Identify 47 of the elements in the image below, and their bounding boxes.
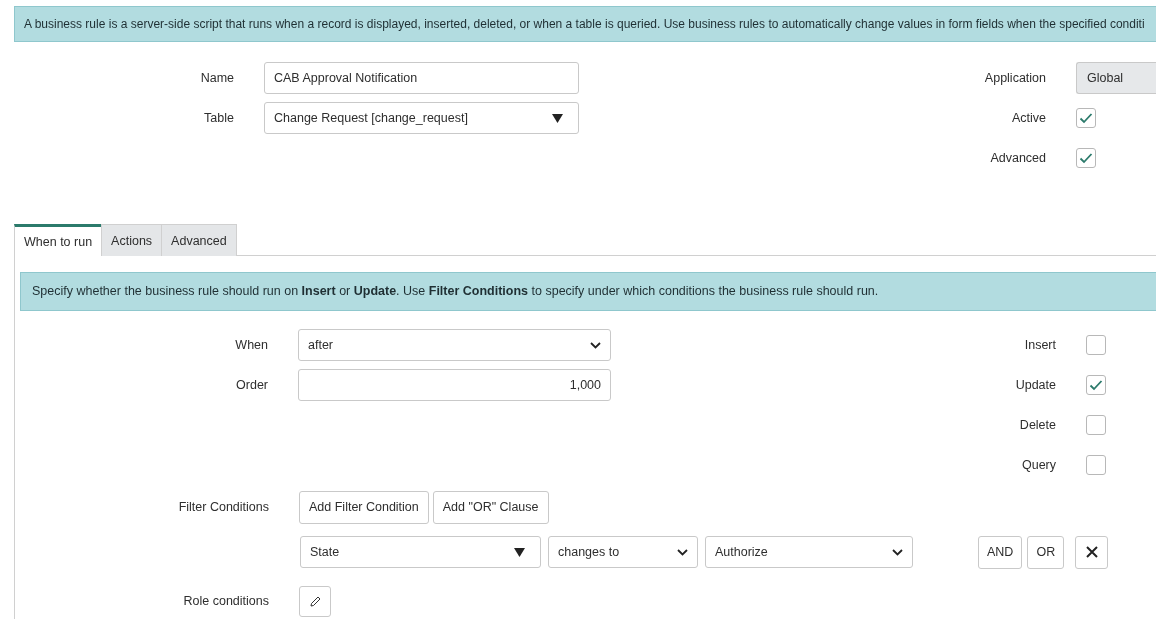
checkbox[interactable] <box>1086 335 1106 355</box>
tab[interactable]: Advanced <box>161 224 237 256</box>
checkbox[interactable] <box>1076 148 1096 168</box>
chevron-icon <box>892 548 903 556</box>
reference-field[interactable]: Change Request [change_request] <box>264 102 579 134</box>
field-label: Update <box>1014 378 1057 392</box>
chevron-icon <box>590 341 601 349</box>
text-field[interactable]: CAB Approval Notification <box>264 62 579 94</box>
remove-button[interactable] <box>1075 535 1109 569</box>
check-icon <box>1079 112 1093 124</box>
caret-icon <box>514 547 525 557</box>
caret-icon <box>552 113 563 123</box>
checkbox[interactable] <box>1086 415 1106 435</box>
field-label: Delete <box>1018 418 1057 432</box>
field-label: Insert <box>1023 338 1057 352</box>
field-label: Application <box>983 71 1047 85</box>
checkbox[interactable] <box>1086 455 1106 475</box>
join-button[interactable]: OR <box>1027 535 1065 569</box>
condition-field[interactable]: State <box>300 536 541 568</box>
filter-button[interactable]: Add Filter Condition <box>299 490 429 524</box>
readonly-field: Global <box>1076 62 1156 94</box>
tab[interactable]: Actions <box>101 224 163 256</box>
check-icon <box>1079 152 1093 164</box>
field-label: Order <box>235 378 269 392</box>
field-label: Name <box>199 71 235 85</box>
checkbox[interactable] <box>1086 375 1106 395</box>
field-label: Filter Conditions <box>177 500 270 514</box>
field-label: Role conditions <box>182 594 270 608</box>
info-banner: Specify whether the business rule should run on Insert or Update. Use Filter Conditions to specify under which conditions the business rule should run. <box>20 272 1156 311</box>
field-label: Table <box>203 111 235 125</box>
field-label: Active <box>1010 111 1047 125</box>
tab[interactable]: When to run <box>14 224 103 256</box>
check-icon <box>1089 379 1103 391</box>
operator-select[interactable]: changes to <box>548 536 698 568</box>
field-label: Advanced <box>989 151 1047 165</box>
filter-button[interactable]: Add "OR" Clause <box>432 490 549 524</box>
chevron-icon <box>677 548 688 556</box>
join-button[interactable]: AND <box>978 535 1023 569</box>
checkbox[interactable] <box>1076 108 1096 128</box>
value-select[interactable]: Authorize <box>705 536 913 568</box>
field-label: When <box>234 338 269 352</box>
field-label: Query <box>1020 458 1057 472</box>
select-field[interactable]: after <box>298 329 611 361</box>
close-icon <box>1085 546 1098 558</box>
pencil-icon <box>308 594 322 608</box>
info-banner: A business rule is a server-side script that runs when a record is displayed, inserted, deleted, or when a table is queried. Use business rules to automatically change values in form fields when the specified conditi <box>14 6 1156 42</box>
number-field[interactable]: 1,000 <box>298 369 611 401</box>
